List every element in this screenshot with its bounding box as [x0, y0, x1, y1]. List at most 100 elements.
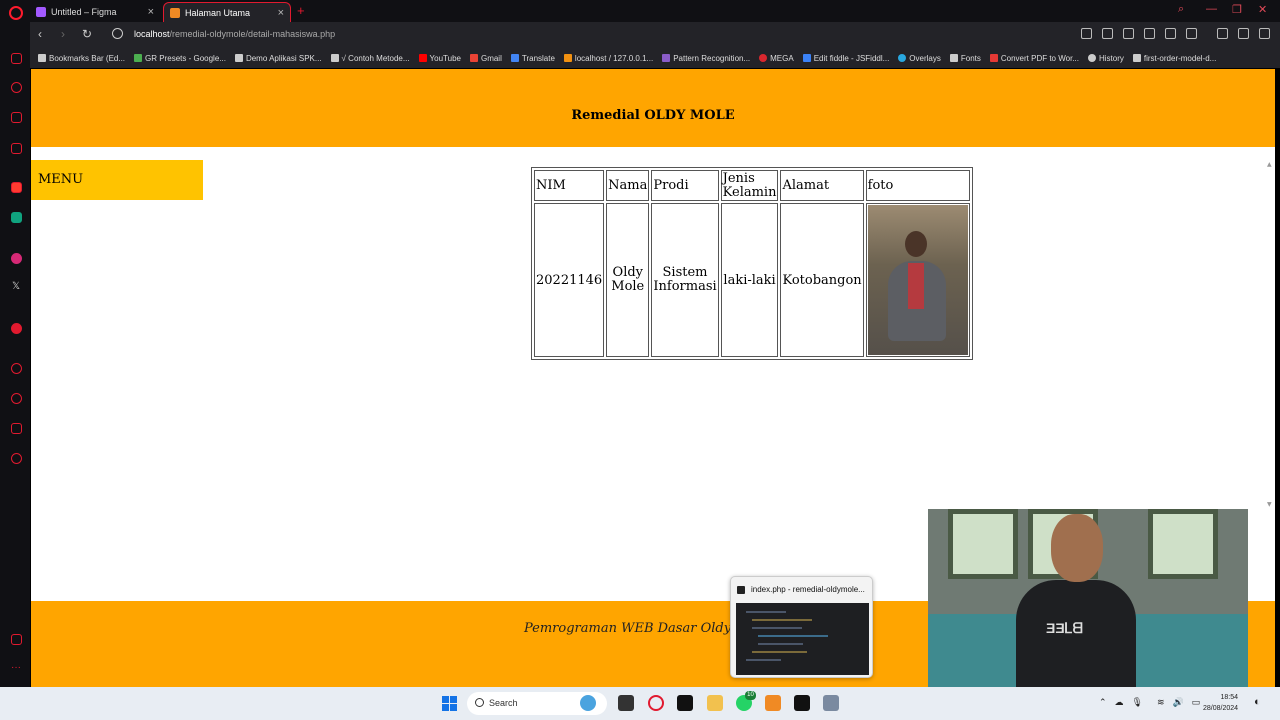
3d-cube-icon[interactable]	[1144, 28, 1155, 39]
opera-logo-icon[interactable]	[9, 6, 23, 20]
capcut-icon[interactable]	[677, 695, 693, 711]
jsfiddle-icon	[802, 54, 811, 62]
chatgpt-icon[interactable]	[11, 212, 22, 223]
bookmark-item[interactable]: first-order-model-d...	[1132, 54, 1216, 63]
page-icon	[330, 54, 339, 62]
wifi-icon[interactable]: ≋	[1157, 697, 1165, 708]
cell-foto	[865, 203, 970, 357]
bookmark-item[interactable]: MEGA	[759, 54, 794, 63]
start-button[interactable]	[442, 696, 457, 711]
bookmark-item[interactable]: History	[1087, 54, 1124, 63]
aria-icon[interactable]	[11, 182, 22, 193]
bookmark-item[interactable]: Fonts	[949, 54, 981, 63]
tab-close-button[interactable]: ×	[278, 7, 284, 19]
xampp-taskbar-icon[interactable]	[765, 695, 781, 711]
url-field[interactable]: localhost/remedial-oldymole/detail-mahas…	[134, 29, 335, 39]
code-editor-taskbar-icon[interactable]	[794, 695, 810, 711]
bookmark-item[interactable]: Gmail	[469, 54, 502, 63]
bag-icon[interactable]	[11, 112, 22, 123]
app-taskbar-icon[interactable]	[823, 695, 839, 711]
back-button[interactable]: ‹	[38, 27, 42, 41]
heart-icon[interactable]	[1186, 28, 1197, 39]
mega-icon	[759, 54, 768, 62]
bookmark-item[interactable]: Demo Aplikasi SPK...	[234, 54, 322, 63]
more-icon[interactable]: ···	[11, 662, 21, 673]
taskbar-window-preview[interactable]: index.php - remedial-oldymole...	[730, 576, 873, 678]
player-icon[interactable]	[11, 634, 22, 645]
search-tabs-icon[interactable]: ⌕	[1178, 3, 1184, 16]
code-editor-icon	[737, 586, 745, 594]
bookmark-item[interactable]: GR Presets - Google...	[134, 54, 226, 63]
taskbar-clock[interactable]: 18:54 28/08/2024	[1203, 692, 1238, 714]
tab-halaman-utama[interactable]: Halaman Utama ×	[163, 2, 291, 22]
instagram-icon[interactable]	[11, 253, 22, 264]
widgets-icon[interactable]	[580, 695, 596, 711]
search-icon	[475, 698, 484, 707]
bookmark-item[interactable]: Overlays	[898, 54, 941, 63]
edit-icon[interactable]	[1081, 28, 1092, 39]
header-nim: NIM	[534, 170, 605, 201]
minimize-button[interactable]: —	[1206, 3, 1217, 15]
bookmark-item[interactable]: Edit fiddle - JSFiddl...	[802, 54, 889, 63]
header-nama: Nama	[606, 170, 650, 201]
close-window-button[interactable]: ✕	[1258, 3, 1267, 16]
bookmark-item[interactable]: YouTube	[418, 54, 461, 63]
history-icon[interactable]	[11, 393, 22, 404]
speed-dial-icon[interactable]	[11, 82, 22, 93]
cell-jenis-kelamin: laki-laki	[720, 203, 779, 357]
page-scrollbar[interactable]: ▲ ▼	[1265, 161, 1275, 511]
cube-icon[interactable]	[11, 423, 22, 434]
bookmark-item[interactable]: √ Contoh Metode...	[330, 54, 410, 63]
table-header-row: NIM Nama Prodi Jenis Kelamin Alamat foto	[534, 170, 970, 201]
instagram-outline-icon[interactable]	[11, 143, 22, 154]
settings-icon[interactable]	[11, 453, 22, 464]
translate-icon	[510, 54, 519, 62]
onedrive-icon[interactable]: ☁	[1115, 697, 1124, 708]
microphone-icon[interactable]: 🎙	[1132, 697, 1143, 708]
site-info-icon[interactable]	[112, 28, 123, 39]
pdf-icon	[989, 54, 998, 62]
volume-icon[interactable]: 🔊	[1173, 697, 1184, 708]
bookmark-item[interactable]: Translate	[510, 54, 555, 63]
gamepad-icon[interactable]	[11, 53, 22, 64]
tab-figma[interactable]: Untitled – Figma ×	[30, 2, 160, 22]
send-icon[interactable]	[1165, 28, 1176, 39]
x-icon[interactable]: 𝕏	[12, 281, 20, 292]
pattern-icon	[662, 54, 671, 62]
browser-tab-strip: Untitled – Figma × Halaman Utama × + ⌕ —…	[0, 0, 1280, 22]
forward-button[interactable]: ›	[61, 27, 65, 41]
system-tray: ⌃ ☁ 🎙 ≋ 🔊 ▭	[1099, 697, 1200, 708]
tab-close-button[interactable]: ×	[148, 6, 154, 18]
phpmyadmin-icon	[563, 54, 572, 62]
block-icon[interactable]	[1123, 28, 1134, 39]
clock-time: 18:54	[1220, 694, 1239, 701]
camera-icon[interactable]	[1102, 28, 1113, 39]
file-explorer-icon[interactable]	[707, 695, 723, 711]
maximize-button[interactable]: ❐	[1232, 3, 1242, 16]
battery-icon[interactable]: ▭	[1192, 697, 1201, 708]
page-icon	[949, 54, 958, 62]
heart-icon[interactable]	[11, 363, 22, 374]
opera-taskbar-icon[interactable]	[648, 695, 664, 711]
bookmark-item[interactable]: Pattern Recognition...	[662, 54, 750, 63]
download-icon[interactable]	[1238, 28, 1249, 39]
preview-thumbnail[interactable]	[736, 603, 869, 675]
new-tab-button[interactable]: +	[297, 3, 305, 18]
bookmark-item[interactable]: localhost / 127.0.0.1...	[563, 54, 653, 63]
notification-icon[interactable]: ◐	[1254, 696, 1261, 708]
menu-box[interactable]: MENU	[31, 160, 203, 200]
menu-icon[interactable]	[1259, 28, 1270, 39]
spotify-icon[interactable]	[11, 323, 22, 334]
student-photo	[867, 205, 968, 355]
task-view-icon[interactable]	[618, 695, 634, 711]
page-icon	[1132, 54, 1141, 62]
bookmark-item[interactable]: Bookmarks Bar (Ed...	[38, 54, 125, 63]
drive-icon	[134, 54, 143, 62]
profile-icon[interactable]	[1217, 28, 1228, 39]
webcam-overlay: ƎƎᏞᗺ	[928, 509, 1248, 690]
bookmark-item[interactable]: Convert PDF to Wor...	[989, 54, 1079, 63]
header-prodi: Prodi	[651, 170, 719, 201]
chevron-up-icon[interactable]: ⌃	[1099, 697, 1107, 708]
clock-icon	[1087, 54, 1096, 62]
reload-button[interactable]: ↻	[82, 27, 92, 41]
